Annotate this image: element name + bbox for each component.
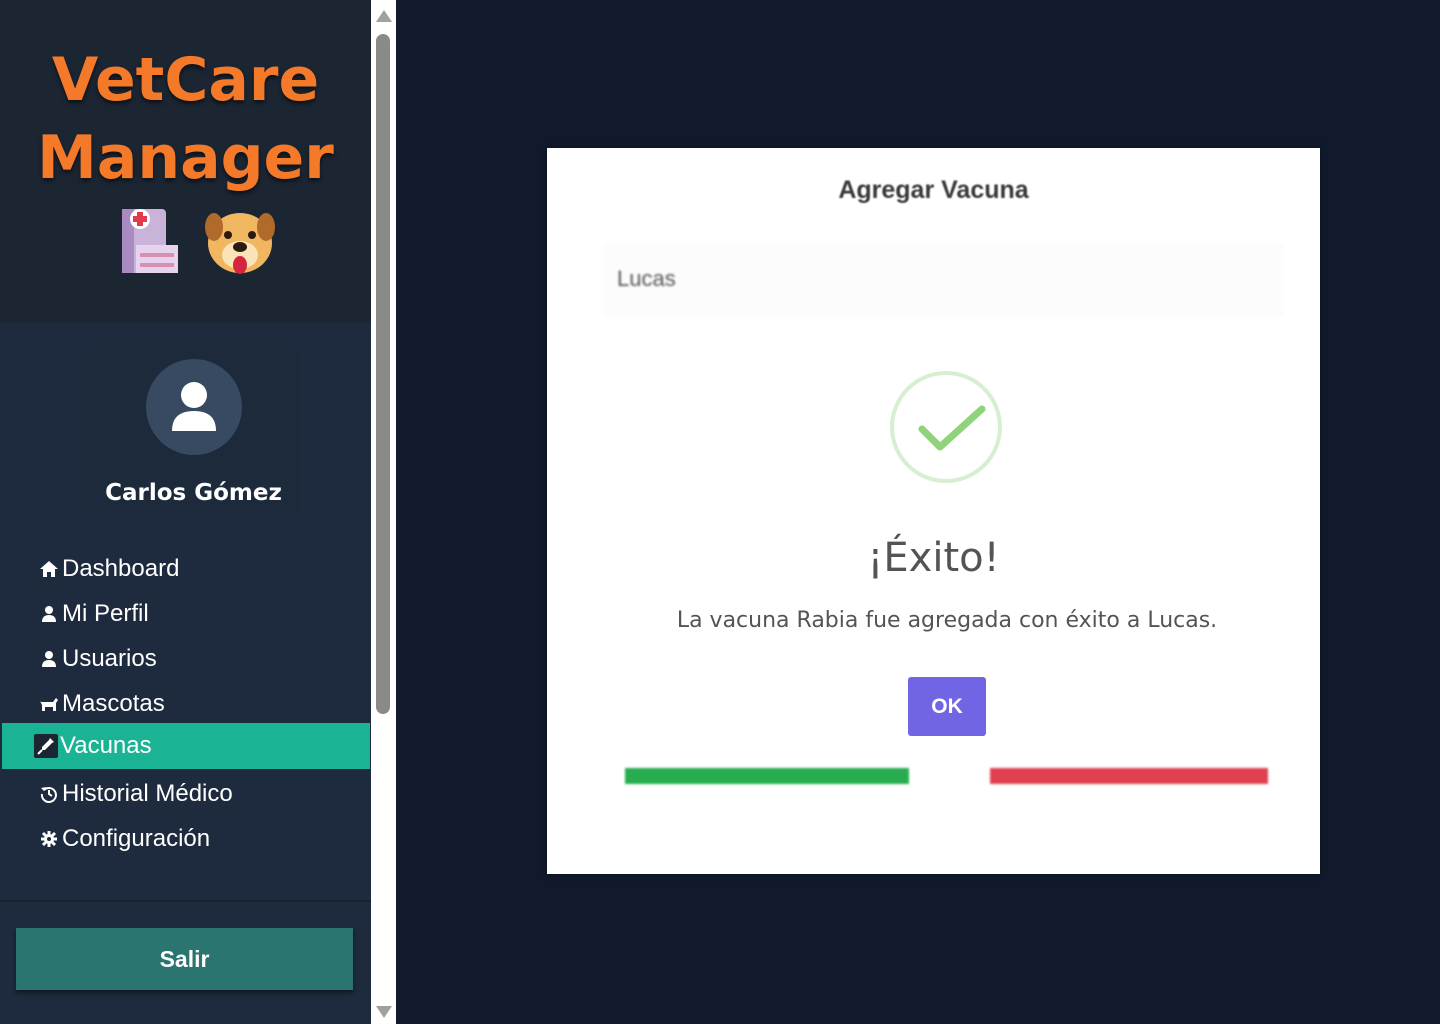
- pet-field[interactable]: Lucas: [603, 244, 1283, 316]
- sidebar-item-configuracion[interactable]: Configuración: [2, 816, 370, 862]
- brand-header: VetCare Manager: [0, 0, 371, 323]
- brand-title-line1: VetCare: [51, 45, 320, 115]
- scroll-down-arrow-icon[interactable]: [376, 1006, 392, 1018]
- sidebar-item-label: Vacunas: [60, 732, 152, 759]
- home-icon: [38, 558, 60, 580]
- sidebar-item-historial-medico[interactable]: Historial Médico: [2, 771, 370, 817]
- sidebar-item-label: Configuración: [62, 825, 211, 852]
- logout-button[interactable]: Salir: [16, 928, 353, 990]
- cancel-button[interactable]: [990, 768, 1268, 784]
- sidebar-item-usuarios[interactable]: Usuarios: [2, 636, 370, 682]
- gear-icon: [38, 828, 60, 850]
- history-icon: [38, 783, 60, 805]
- sidebar: VetCare Manager Carlos Gómez Dashboard M…: [0, 0, 371, 1024]
- brand-icons: [122, 209, 275, 274]
- sidebar-item-dashboard[interactable]: Dashboard: [2, 546, 370, 592]
- sidebar-item-vacunas[interactable]: Vacunas: [2, 723, 370, 769]
- sidebar-item-label: Usuarios: [62, 645, 157, 672]
- add-vaccine-modal: Agregar Vacuna Lucas ¡Éxito! La vacuna R…: [547, 148, 1320, 874]
- user-avatar-icon: [172, 382, 216, 431]
- user-name: Carlos Gómez: [105, 480, 282, 506]
- ok-button[interactable]: OK: [908, 677, 986, 736]
- sidebar-scrollbar[interactable]: [371, 0, 396, 1024]
- sidebar-item-mascotas[interactable]: Mascotas: [2, 681, 370, 727]
- brand-title-line2: Manager: [37, 123, 334, 193]
- dog-face-icon: [205, 213, 275, 274]
- sidebar-item-label: Mi Perfil: [62, 600, 149, 627]
- sidebar-item-mi-perfil[interactable]: Mi Perfil: [2, 591, 370, 637]
- success-check-icon: [890, 371, 1002, 483]
- check-mark: [918, 405, 986, 451]
- user-icon: [38, 603, 60, 625]
- scroll-thumb[interactable]: [376, 34, 390, 714]
- syringe-icon: [34, 734, 58, 758]
- alert-message: La vacuna Rabia fue agregada con éxito a…: [676, 608, 1218, 633]
- clinic-icon: [122, 209, 178, 273]
- sidebar-item-label: Dashboard: [62, 555, 180, 582]
- sidebar-item-label: Historial Médico: [62, 780, 233, 807]
- scroll-up-arrow-icon[interactable]: [376, 10, 392, 22]
- user-icon: [38, 648, 60, 670]
- avatar[interactable]: [146, 359, 242, 455]
- modal-title: Agregar Vacuna: [838, 176, 1029, 204]
- dog-icon: [38, 693, 60, 715]
- save-button[interactable]: [625, 768, 909, 784]
- sidebar-divider: [0, 900, 371, 902]
- pet-field-value: Lucas: [617, 266, 676, 291]
- alert-title: ¡Éxito!: [867, 535, 1000, 581]
- sidebar-item-label: Mascotas: [62, 690, 165, 717]
